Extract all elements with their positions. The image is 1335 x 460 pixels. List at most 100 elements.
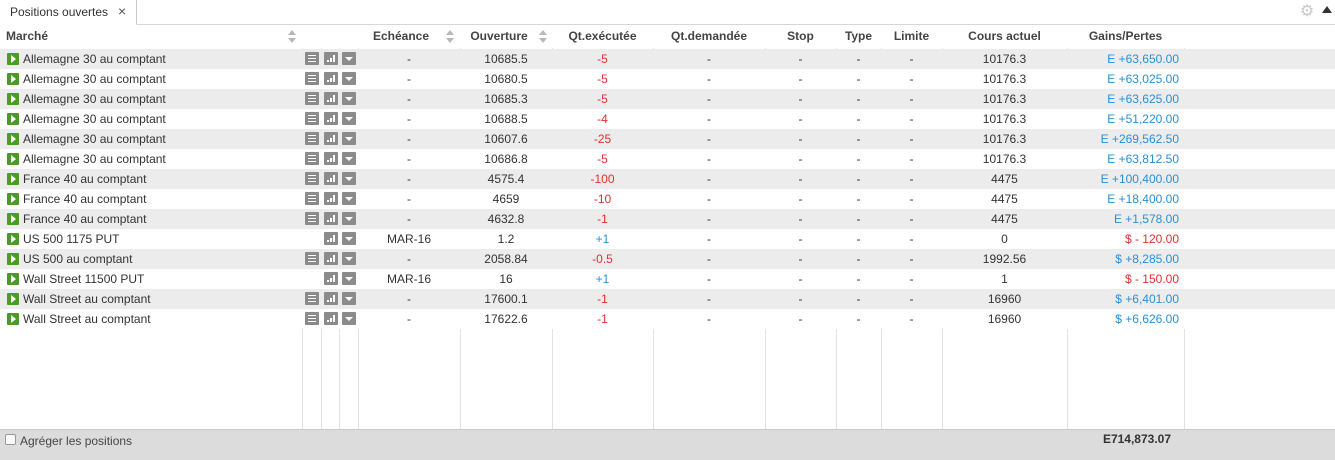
- dropdown-icon[interactable]: [342, 72, 356, 85]
- table-row[interactable]: Allemagne 30 au comptant - 10685.5 -5 - - - - 10…: [0, 49, 1335, 69]
- chart-icon[interactable]: [324, 252, 338, 265]
- chart-icon[interactable]: [324, 92, 338, 105]
- table-row[interactable]: Wall Street au comptant - 17622.6 -1 - - - - 169…: [0, 309, 1335, 329]
- header-market[interactable]: Marché: [6, 25, 66, 48]
- header-open[interactable]: Ouverture: [460, 25, 538, 48]
- play-icon[interactable]: [7, 193, 19, 205]
- dropdown-icon[interactable]: [342, 52, 356, 65]
- table-row[interactable]: Allemagne 30 au comptant - 10607.6 -25 - - - - 1…: [0, 129, 1335, 149]
- header-current-price[interactable]: Cours actuel: [942, 25, 1067, 48]
- table-row[interactable]: France 40 au comptant - 4659 -10 - - - - 4475 E +…: [0, 189, 1335, 209]
- header-gains-losses[interactable]: Gains/Pertes: [1067, 25, 1184, 48]
- play-icon[interactable]: [7, 173, 19, 185]
- ticket-icon[interactable]: [305, 112, 319, 125]
- play-icon[interactable]: [7, 133, 19, 145]
- header-expiry[interactable]: Echéance: [358, 25, 444, 48]
- market-name[interactable]: Allemagne 30 au comptant: [23, 109, 166, 129]
- market-name[interactable]: Allemagne 30 au comptant: [23, 149, 166, 169]
- dropdown-icon[interactable]: [342, 312, 356, 325]
- dropdown-icon[interactable]: [342, 92, 356, 105]
- play-icon[interactable]: [7, 273, 19, 285]
- table-row[interactable]: Allemagne 30 au comptant - 10688.5 -4 - - - - 10…: [0, 109, 1335, 129]
- market-name[interactable]: US 500 1175 PUT: [23, 229, 120, 249]
- chart-icon[interactable]: [324, 272, 338, 285]
- play-icon[interactable]: [7, 113, 19, 125]
- play-icon[interactable]: [7, 53, 19, 65]
- ticket-icon[interactable]: [305, 292, 319, 305]
- chart-icon[interactable]: [324, 232, 338, 245]
- dropdown-icon[interactable]: [342, 272, 356, 285]
- tab-open-positions[interactable]: Positions ouvertes ×: [0, 0, 137, 25]
- header-type[interactable]: Type: [836, 25, 881, 48]
- chart-icon[interactable]: [324, 72, 338, 85]
- sort-icon[interactable]: [446, 30, 454, 44]
- dropdown-icon[interactable]: [342, 252, 356, 265]
- dropdown-icon[interactable]: [342, 152, 356, 165]
- play-icon[interactable]: [7, 293, 19, 305]
- ticket-icon[interactable]: [305, 92, 319, 105]
- ticket-icon[interactable]: [305, 52, 319, 65]
- dropdown-icon[interactable]: [342, 232, 356, 245]
- ticket-icon[interactable]: [305, 192, 319, 205]
- chart-icon[interactable]: [324, 132, 338, 145]
- ticket-icon[interactable]: [305, 132, 319, 145]
- close-icon[interactable]: ×: [118, 3, 126, 19]
- sort-icon[interactable]: [288, 30, 296, 44]
- ticket-icon[interactable]: [305, 212, 319, 225]
- dropdown-icon[interactable]: [342, 172, 356, 185]
- chart-icon[interactable]: [324, 172, 338, 185]
- market-name[interactable]: Allemagne 30 au comptant: [23, 89, 166, 109]
- table-row[interactable]: US 500 au comptant - 2058.84 -0.5 - - - - 1992.5…: [0, 249, 1335, 269]
- chart-icon[interactable]: [324, 192, 338, 205]
- header-qty-executed[interactable]: Qt.exécutée: [552, 25, 653, 48]
- market-name[interactable]: France 40 au comptant: [23, 209, 146, 229]
- ticket-icon[interactable]: [305, 152, 319, 165]
- sort-icon[interactable]: [539, 30, 547, 44]
- play-icon[interactable]: [7, 93, 19, 105]
- table-row[interactable]: Wall Street 11500 PUT MAR-16 16 +1 - - - - 1 $ - …: [0, 269, 1335, 289]
- market-name[interactable]: Wall Street 11500 PUT: [23, 269, 144, 289]
- table-row[interactable]: Wall Street au comptant - 17600.1 -1 - - - - 169…: [0, 289, 1335, 309]
- play-icon[interactable]: [7, 253, 19, 265]
- dropdown-icon[interactable]: [342, 132, 356, 145]
- header-stop[interactable]: Stop: [765, 25, 836, 48]
- ticket-icon[interactable]: [305, 72, 319, 85]
- chart-icon[interactable]: [324, 52, 338, 65]
- table-row[interactable]: France 40 au comptant - 4575.4 -100 - - - - 4475…: [0, 169, 1335, 189]
- market-name[interactable]: Wall Street au comptant: [23, 309, 151, 329]
- table-row[interactable]: US 500 1175 PUT MAR-16 1.2 +1 - - - - 0 $ - 120.0…: [0, 229, 1335, 249]
- gear-icon[interactable]: ⚙: [1298, 3, 1316, 21]
- table-row[interactable]: Allemagne 30 au comptant - 10685.3 -5 - - - - 10…: [0, 89, 1335, 109]
- play-icon[interactable]: [7, 313, 19, 325]
- chart-icon[interactable]: [324, 112, 338, 125]
- header-limit[interactable]: Limite: [881, 25, 942, 48]
- dropdown-icon[interactable]: [342, 212, 356, 225]
- scroll-up-arrow-icon[interactable]: [1322, 6, 1332, 13]
- chart-icon[interactable]: [324, 212, 338, 225]
- dropdown-icon[interactable]: [342, 292, 356, 305]
- ticket-icon[interactable]: [305, 312, 319, 325]
- market-name[interactable]: US 500 au comptant: [23, 249, 132, 269]
- chart-icon[interactable]: [324, 292, 338, 305]
- dropdown-icon[interactable]: [342, 112, 356, 125]
- market-name[interactable]: Allemagne 30 au comptant: [23, 129, 166, 149]
- ticket-icon[interactable]: [305, 172, 319, 185]
- play-icon[interactable]: [7, 73, 19, 85]
- market-name[interactable]: Wall Street au comptant: [23, 289, 151, 309]
- ticket-icon[interactable]: [305, 252, 319, 265]
- aggregate-checkbox[interactable]: [5, 434, 16, 445]
- table-row[interactable]: France 40 au comptant - 4632.8 -1 - - - - 4475 E …: [0, 209, 1335, 229]
- chart-icon[interactable]: [324, 312, 338, 325]
- play-icon[interactable]: [7, 153, 19, 165]
- market-name[interactable]: France 40 au comptant: [23, 189, 146, 209]
- market-name[interactable]: Allemagne 30 au comptant: [23, 69, 166, 89]
- play-icon[interactable]: [7, 213, 19, 225]
- market-name[interactable]: Allemagne 30 au comptant: [23, 49, 166, 69]
- chart-icon[interactable]: [324, 152, 338, 165]
- header-qty-requested[interactable]: Qt.demandée: [653, 25, 765, 48]
- dropdown-icon[interactable]: [342, 192, 356, 205]
- table-row[interactable]: Allemagne 30 au comptant - 10686.8 -5 - - - - 10…: [0, 149, 1335, 169]
- market-name[interactable]: France 40 au comptant: [23, 169, 146, 189]
- play-icon[interactable]: [7, 233, 19, 245]
- table-row[interactable]: Allemagne 30 au comptant - 10680.5 -5 - - - - 10…: [0, 69, 1335, 89]
